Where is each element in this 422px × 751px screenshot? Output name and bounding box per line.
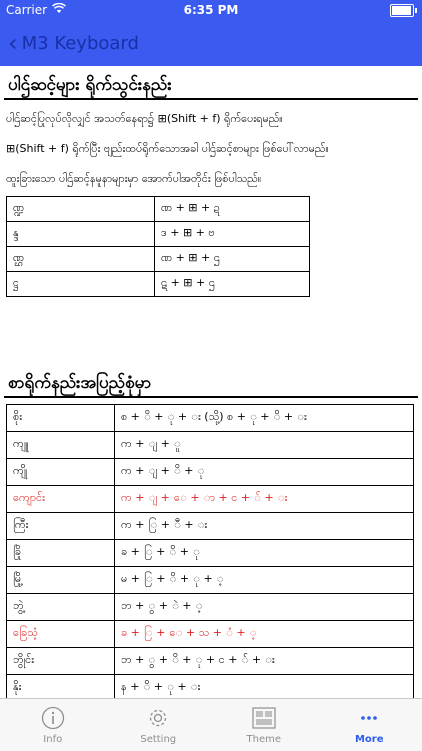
- table-row: ဋ္ဌ ဋ + ⊞ + ဌ: [7, 272, 310, 297]
- table-cell: စ + ိ + ု + း (သို့) စ + ု + ိ + း: [115, 405, 414, 432]
- table-cell: ဋ္ဌ: [7, 272, 155, 297]
- table-row: ဘွိုင်းဘ + ွ + ိ + ု + င + ် + း: [7, 648, 414, 675]
- back-button[interactable]: ‹ M3 Keyboard: [8, 30, 139, 56]
- section-title-stacked-consonants: ပါဌ်ဆင့်များ ရိုက်သွင်းနည်း: [8, 74, 172, 99]
- table-row: နိုးန + ိ + ု + း: [7, 675, 414, 699]
- table-cell: ကျို: [7, 459, 115, 486]
- more-icon: [356, 705, 382, 731]
- info-icon: [40, 705, 66, 731]
- table-row: ကျောင်းက + ျ + ေ + ာ + င + ် + း: [7, 486, 414, 513]
- table-cell: န္ဒ: [7, 222, 155, 247]
- table-cell: ဏ + ⊞ + ဌ: [155, 247, 310, 272]
- tab-label: More: [355, 734, 384, 745]
- table-cell: ခ + ြ + ေ + သ + ံ + ့: [115, 621, 414, 648]
- table-cell: ကြီး: [7, 513, 115, 540]
- table-cell: ခြို: [7, 540, 115, 567]
- table-cell: က + ျ + ေ + ာ + င + ် + း: [115, 486, 414, 513]
- table-row: စိုးစ + ိ + ု + း (သို့) စ + ု + ိ + း: [7, 405, 414, 432]
- table-cell: ဘွဲ့: [7, 594, 115, 621]
- table-cell: ဏ + ⊞ + ဍ: [155, 197, 310, 222]
- table-row: ကျူက + ျ + ူ: [7, 432, 414, 459]
- theme-icon: [251, 705, 277, 731]
- tab-label: Setting: [140, 734, 176, 745]
- table-cell: နိုး: [7, 675, 115, 699]
- gear-icon: [145, 705, 171, 731]
- table-cell: ဘ + ွ + ိ + ု + င + ် + း: [115, 648, 414, 675]
- table-row: ဘွဲ့ဘ + ွ + ဲ + ့: [7, 594, 414, 621]
- paragraph: ⊞(Shift + f) ရိုက်ပြီး ဗျည်းထပ်ရိုက်သောအ…: [6, 142, 329, 158]
- chevron-left-icon: ‹: [8, 31, 18, 55]
- battery-icon: [390, 4, 414, 17]
- table-cell: မြို့: [7, 567, 115, 594]
- divider: [4, 98, 418, 100]
- table-cell: က + ြ + ီ + း: [115, 513, 414, 540]
- table-row: ကျိုက + ျ + ိ + ု: [7, 459, 414, 486]
- table-cell: န + ိ + ု + း: [115, 675, 414, 699]
- table-row: ဏ္ဌ ဏ + ⊞ + ဌ: [7, 247, 310, 272]
- paragraph: ထူးခြားသော ပါဌ်ဆင့်နမူနာများမှာ အောက်ပါအ…: [6, 172, 261, 188]
- table-cell: ခြေသံ့: [7, 621, 115, 648]
- table-cell: ဏ္ဍ: [7, 197, 155, 222]
- table-cell: ခ + ြ + ိ + ု: [115, 540, 414, 567]
- navigation-bar: ‹ M3 Keyboard: [0, 20, 422, 66]
- content-scroll-area[interactable]: ပါဌ်ဆင့်များ ရိုက်သွင်းနည်း ပါဌ်ဆင့်ပြုလ…: [0, 66, 422, 698]
- table-row: ခြေသံ့ခ + ြ + ေ + သ + ံ + ့: [7, 621, 414, 648]
- table-cell: က + ျ + ူ: [115, 432, 414, 459]
- table-cell: ဏ္ဌ: [7, 247, 155, 272]
- table-cell: က + ျ + ိ + ု: [115, 459, 414, 486]
- tab-theme[interactable]: Theme: [211, 699, 317, 751]
- clock: 6:35 PM: [0, 3, 422, 17]
- status-bar: Carrier 6:35 PM: [0, 0, 422, 20]
- table-row: န္ဒ ဒ + ⊞ + ဗ: [7, 222, 310, 247]
- paragraph: ပါဌ်ဆင့်ပြုလုပ်လိုလျှင် အသတ်နေရာ၌ ⊞(Shif…: [6, 112, 283, 128]
- table-cell: ဘွိုင်း: [7, 648, 115, 675]
- stacked-consonant-table: ဏ္ဍ ဏ + ⊞ + ဍ န္ဒ ဒ + ⊞ + ဗ ဏ္ဌ ဏ + ⊞ + …: [6, 196, 310, 297]
- table-cell: မ + ြ + ိ + ု + ့: [115, 567, 414, 594]
- tab-label: Theme: [247, 734, 282, 745]
- table-cell: စိုး: [7, 405, 115, 432]
- table-cell: ကျူ: [7, 432, 115, 459]
- tab-setting[interactable]: Setting: [106, 699, 212, 751]
- table-cell: ဘ + ွ + ဲ + ့: [115, 594, 414, 621]
- table-cell: ဋ + ⊞ + ဌ: [155, 272, 310, 297]
- tab-more[interactable]: More: [317, 699, 422, 751]
- section-title-typing-guide: စာရိုက်နည်းအပြည့်စုံမှာ: [8, 372, 151, 397]
- table-cell: ဒ + ⊞ + ဗ: [155, 222, 310, 247]
- tab-label: Info: [43, 734, 62, 745]
- table-row: ဏ္ဍ ဏ + ⊞ + ဍ: [7, 197, 310, 222]
- table-cell: ကျောင်း: [7, 486, 115, 513]
- typing-guide-table: စိုးစ + ိ + ု + း (သို့) စ + ု + ိ + း က…: [6, 404, 414, 698]
- table-row: ကြီးက + ြ + ီ + း: [7, 513, 414, 540]
- table-row: မြို့မ + ြ + ိ + ု + ့: [7, 567, 414, 594]
- table-row: ခြိုခ + ြ + ိ + ု: [7, 540, 414, 567]
- tab-info[interactable]: Info: [0, 699, 106, 751]
- back-label: M3 Keyboard: [22, 33, 139, 54]
- divider: [4, 396, 418, 398]
- tab-bar: Info Setting Theme More: [0, 698, 422, 751]
